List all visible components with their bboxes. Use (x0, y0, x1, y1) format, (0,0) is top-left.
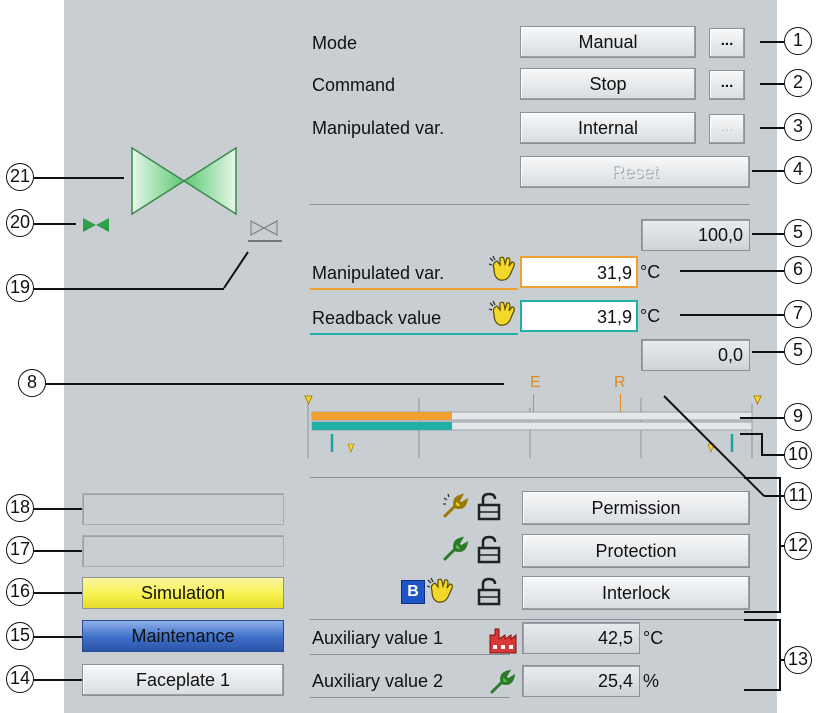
callout-21: 21 (6, 163, 34, 191)
callout-12: 12 (784, 532, 812, 560)
callout-4: 4 (784, 156, 812, 184)
callout-5: 5 (784, 219, 812, 247)
callout-20: 20 (6, 209, 34, 237)
callout-leaders (223, 251, 784, 691)
callout-19: 19 (6, 274, 34, 302)
callout-18: 18 (6, 494, 34, 522)
callout-13: 13 (784, 646, 812, 674)
callout-11: 11 (784, 482, 812, 510)
callout-14: 14 (6, 665, 34, 693)
callout-17: 17 (6, 536, 34, 564)
callout-10: 10 (784, 441, 812, 469)
callout-3: 3 (784, 113, 812, 141)
callout-9: 9 (784, 403, 812, 431)
callout-16: 16 (6, 578, 34, 606)
callout-5b: 5 (784, 337, 812, 365)
callout-15: 15 (6, 622, 34, 650)
callout-8: 8 (18, 369, 46, 397)
callout-2: 2 (784, 69, 812, 97)
callout-1: 1 (784, 27, 812, 55)
callout-7: 7 (784, 300, 812, 328)
callout-6: 6 (784, 256, 812, 284)
